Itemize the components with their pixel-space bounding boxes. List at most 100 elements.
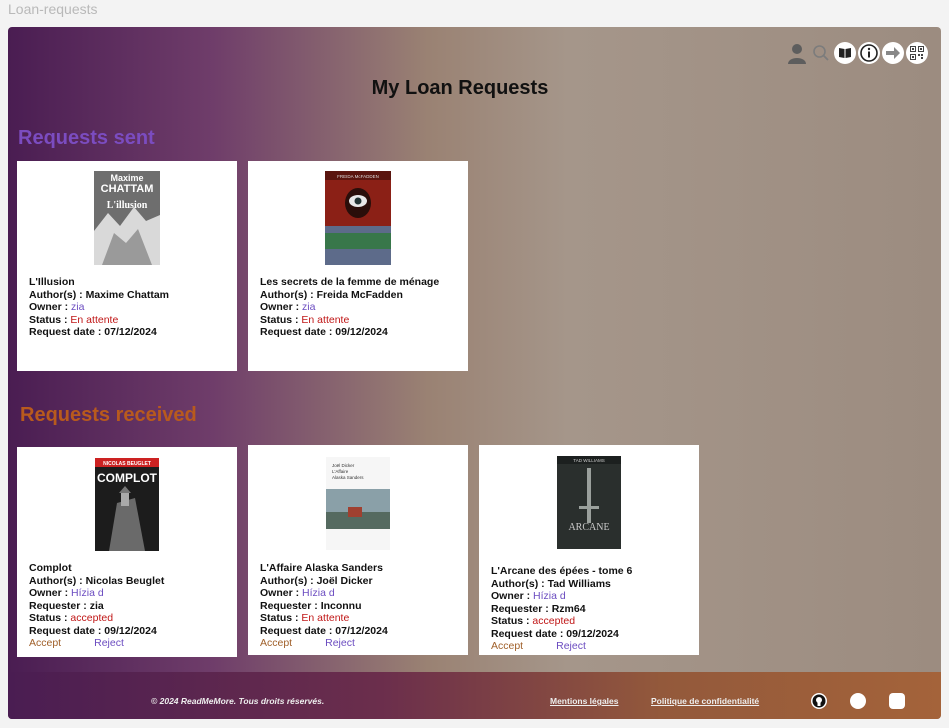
book-title: L'Affaire Alaska Sanders — [260, 562, 383, 574]
request-date: 09/12/2024 — [104, 624, 157, 637]
card-info: L'Arcane des épées - tome 6 Author(s) : … — [491, 565, 693, 641]
card-actions: Accept Reject — [491, 640, 586, 652]
status-value: accepted — [70, 612, 114, 625]
requester-name: Rzm64 — [551, 602, 586, 615]
cover-title-line1: L'Affaire — [332, 469, 349, 474]
owner-link[interactable]: Hízia d — [71, 587, 104, 599]
date-label: Request date : — [260, 326, 336, 339]
social-icon[interactable] — [850, 693, 866, 709]
card-info: Complot Author(s) : Nicolas Beuglet Owne… — [29, 562, 231, 638]
accept-button[interactable]: Accept — [260, 637, 292, 649]
legal-notice-link[interactable]: Mentions légales — [550, 696, 619, 706]
request-date: 07/12/2024 — [104, 326, 157, 339]
cover-title: COMPLOT — [97, 471, 158, 485]
book-title: L'Illusion — [29, 276, 75, 288]
owner-link[interactable]: zia — [71, 301, 84, 313]
date-label: Request date : — [491, 627, 567, 640]
card-actions: Accept Reject — [260, 637, 355, 649]
header-icons — [786, 42, 928, 64]
cover-author-first: Maxime — [110, 173, 143, 183]
cover-author: TAD WILLIAMS — [573, 458, 604, 463]
reject-button[interactable]: Reject — [325, 637, 355, 649]
book-author: Freida McFadden — [316, 288, 403, 301]
github-icon[interactable] — [811, 693, 827, 709]
cover-author: Joël Dicker — [332, 463, 355, 468]
date-label: Request date : — [29, 326, 105, 339]
accept-button[interactable]: Accept — [29, 637, 61, 649]
owner-label: Owner : — [260, 301, 303, 314]
owner-label: Owner : — [29, 587, 72, 600]
status-label: Status : — [491, 615, 533, 628]
book-cover: NICOLAS BEUGLET COMPLOT — [95, 458, 159, 551]
chat-icon[interactable] — [889, 693, 905, 709]
requester-label: Requester : — [29, 599, 90, 612]
status-value: En attente — [301, 612, 350, 625]
card-info: Les secrets de la femme de ménage Author… — [260, 276, 462, 339]
card-actions: Accept Reject — [29, 637, 124, 649]
requests-sent-title: Requests sent — [18, 127, 155, 149]
owner-label: Owner : — [260, 587, 303, 600]
status-value: En attente — [301, 313, 350, 326]
book-icon[interactable] — [834, 42, 856, 64]
arrow-right-icon[interactable] — [882, 42, 904, 64]
user-icon[interactable] — [786, 42, 808, 64]
search-icon[interactable] — [810, 42, 832, 64]
cover-title: ARCANE — [568, 522, 609, 533]
privacy-policy-link[interactable]: Politique de confidentialité — [651, 696, 759, 706]
status-label: Status : — [29, 612, 71, 625]
book-title: L'Arcane des épées - tome 6 — [491, 565, 633, 577]
date-label: Request date : — [29, 624, 105, 637]
book-title: Complot — [29, 562, 72, 574]
window-title: Loan-requests — [8, 1, 98, 17]
reject-button[interactable]: Reject — [556, 640, 586, 652]
book-author: Joël Dicker — [316, 574, 373, 587]
page-title: My Loan Requests — [371, 77, 549, 99]
reject-button[interactable]: Reject — [94, 637, 124, 649]
footer: © 2024 ReadMeMore. Tous droits réservés.… — [8, 672, 941, 719]
requester-name: zia — [89, 599, 104, 612]
book-title: Les secrets de la femme de ménage — [260, 276, 440, 288]
request-date: 09/12/2024 — [335, 326, 388, 339]
accept-button[interactable]: Accept — [491, 640, 523, 652]
cover-title-line2: Alaska Sanders — [332, 475, 364, 480]
received-request-card[interactable]: TAD WILLIAMS ARCANE L'Arcane des épées -… — [479, 445, 699, 655]
requester-label: Requester : — [491, 602, 552, 615]
copyright-text: © 2024 ReadMeMore. Tous droits réservés. — [151, 696, 325, 706]
card-info: L'Illusion Author(s) : Maxime Chattam Ow… — [29, 276, 231, 339]
status-label: Status : — [260, 313, 302, 326]
sent-request-card[interactable]: FREIDA McFADDEN Les secrets de la femme … — [248, 161, 468, 371]
date-label: Request date : — [260, 624, 336, 637]
owner-label: Owner : — [29, 301, 72, 314]
book-author: Nicolas Beuglet — [85, 574, 165, 587]
request-date: 07/12/2024 — [335, 624, 388, 637]
author-label: Author(s) : — [260, 288, 317, 301]
owner-link[interactable]: Hízia d — [302, 587, 335, 599]
received-request-card[interactable]: Joël Dicker L'Affaire Alaska Sanders L'A… — [248, 445, 468, 655]
status-value: En attente — [70, 313, 119, 326]
cover-author-last: CHATTAM — [101, 183, 154, 195]
book-cover: FREIDA McFADDEN — [325, 171, 391, 265]
cover-title: L'illusion — [107, 200, 148, 211]
requester-label: Requester : — [260, 599, 321, 612]
status-value: accepted — [532, 615, 576, 628]
owner-label: Owner : — [491, 590, 534, 603]
book-cover: Joël Dicker L'Affaire Alaska Sanders — [326, 457, 390, 550]
author-label: Author(s) : — [260, 574, 317, 587]
author-label: Author(s) : — [29, 574, 86, 587]
owner-link[interactable]: zia — [302, 301, 315, 313]
qr-code-icon[interactable] — [906, 42, 928, 64]
author-label: Author(s) : — [29, 288, 86, 301]
card-info: L'Affaire Alaska Sanders Author(s) : Joë… — [260, 562, 462, 638]
request-date: 09/12/2024 — [566, 627, 619, 640]
sent-request-card[interactable]: Maxime CHATTAM L'illusion L'Illusion Aut… — [17, 161, 237, 371]
status-label: Status : — [260, 612, 302, 625]
requests-received-title: Requests received — [20, 404, 197, 426]
book-cover: Maxime CHATTAM L'illusion — [94, 171, 160, 265]
owner-link[interactable]: Hízia d — [533, 590, 566, 602]
received-request-card[interactable]: NICOLAS BEUGLET COMPLOT Complot Author(s… — [17, 447, 237, 657]
author-label: Author(s) : — [491, 577, 548, 590]
book-author: Tad Williams — [547, 577, 611, 590]
cover-author: NICOLAS BEUGLET — [103, 461, 151, 467]
status-label: Status : — [29, 313, 71, 326]
info-icon[interactable] — [858, 42, 880, 64]
